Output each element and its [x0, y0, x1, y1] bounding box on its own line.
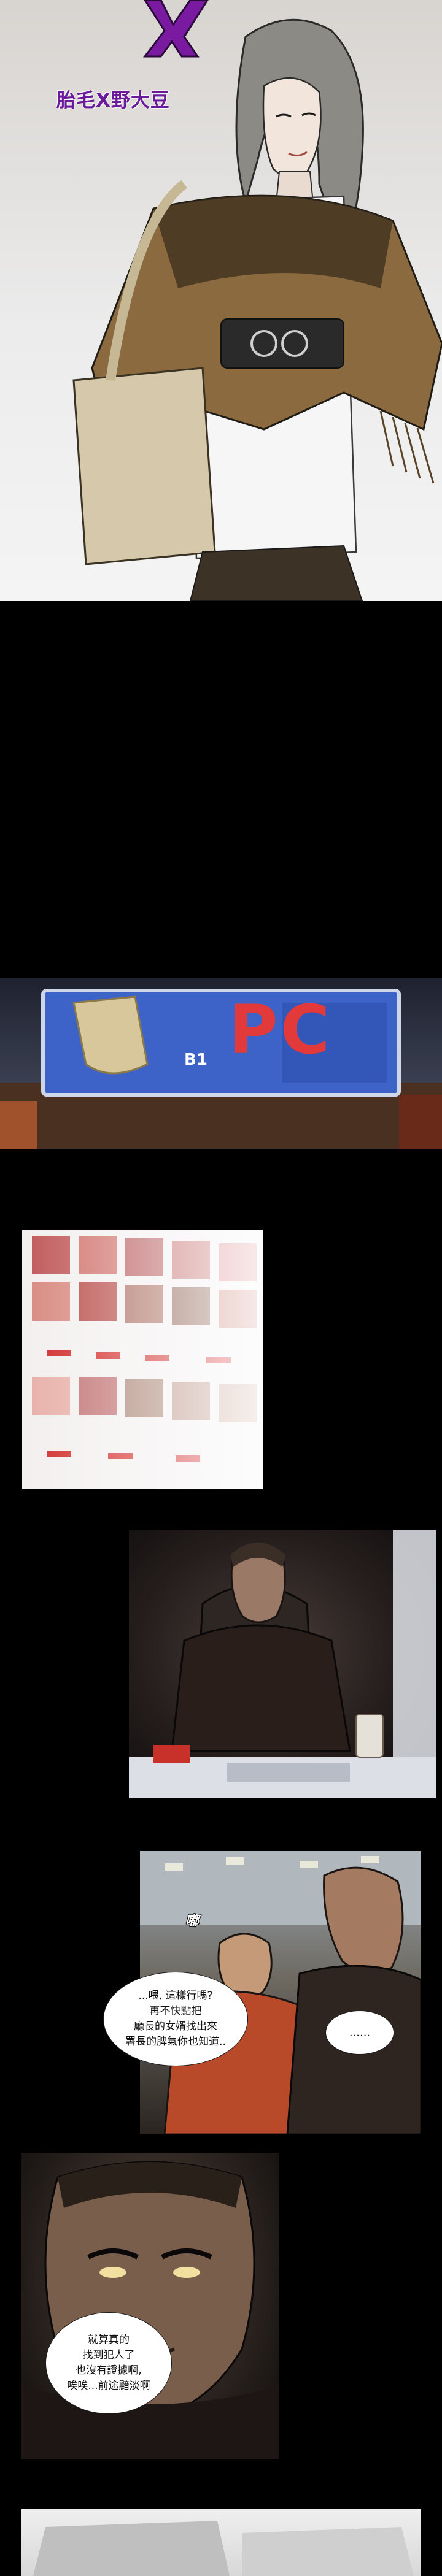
keyboard [227, 1763, 350, 1782]
man-illustration [129, 1530, 436, 1798]
face-closeup-panel [21, 2153, 279, 2459]
bubble-line: 也沒有證據啊, [76, 2364, 142, 2377]
cigarette-pack [153, 1745, 190, 1763]
bubble-line: 廳長的女婿找出來 [134, 2020, 217, 2033]
coffee-cup [355, 1714, 384, 1758]
detective-head [323, 1866, 404, 1974]
bubble-line: ...喂, 這樣行嗎? [138, 1990, 213, 2002]
face-illustration [21, 2161, 279, 2459]
bubble-line: 就算真的 [88, 2334, 130, 2346]
silence-speech-bubble: ...... [325, 2011, 394, 2055]
face-speech-bubble: 就算真的 找到犯人了 也沒有證據啊, 唉唉...前途黯淡啊 [45, 2312, 172, 2414]
logo-mark [142, 0, 209, 58]
pc-sign-text: PC [228, 991, 333, 1069]
face-bubble-text: 就算真的 找到犯人了 也沒有證據啊, 唉唉...前途黯淡啊 [67, 2333, 150, 2394]
comic-page: 胎毛X野大豆 PC B1 嘟 ...喂, 這樣行嗎? 再不快點把 廳長的女婿找出… [0, 0, 442, 2576]
next-panel-illustration [33, 2521, 414, 2576]
left-eye [99, 2267, 126, 2278]
call-bubble-text: ...喂, 這樣行嗎? 再不快點把 廳長的女婿找出來 署長的脾氣你也知道.. [125, 1988, 226, 2050]
call-speech-bubble: ...喂, 這樣行嗎? 再不快點把 廳長的女婿找出來 署長的脾氣你也知道.. [103, 1972, 248, 2066]
right-eye [173, 2267, 200, 2278]
series-title: 胎毛X野大豆 [56, 90, 170, 112]
silence-text: ...... [349, 2026, 371, 2039]
computer-screen-panel [22, 1230, 263, 1489]
bubble-line: 署長的脾氣你也知道.. [125, 2036, 226, 2048]
phone-sound-effect: 嘟 [185, 1914, 200, 1929]
floor-label: B1 [184, 1051, 207, 1069]
next-panel-partial [21, 2509, 421, 2576]
street-scene [0, 989, 442, 1149]
man-at-desk-panel [129, 1530, 436, 1798]
pc-sign-panel: PC B1 [0, 978, 442, 1149]
web-listing [22, 1230, 263, 1489]
monitor-glow [393, 1530, 436, 1763]
cover-panel: 胎毛X野大豆 [0, 0, 442, 601]
face [262, 77, 322, 178]
leather-jacket [171, 1624, 351, 1752]
bubble-line: 再不快點把 [149, 2005, 202, 2017]
tote-bag [72, 367, 216, 565]
sign-shield [72, 995, 149, 1075]
bubble-line: 找到犯人了 [82, 2349, 135, 2361]
bubble-line: 唉唉...前途黯淡啊 [67, 2380, 150, 2392]
